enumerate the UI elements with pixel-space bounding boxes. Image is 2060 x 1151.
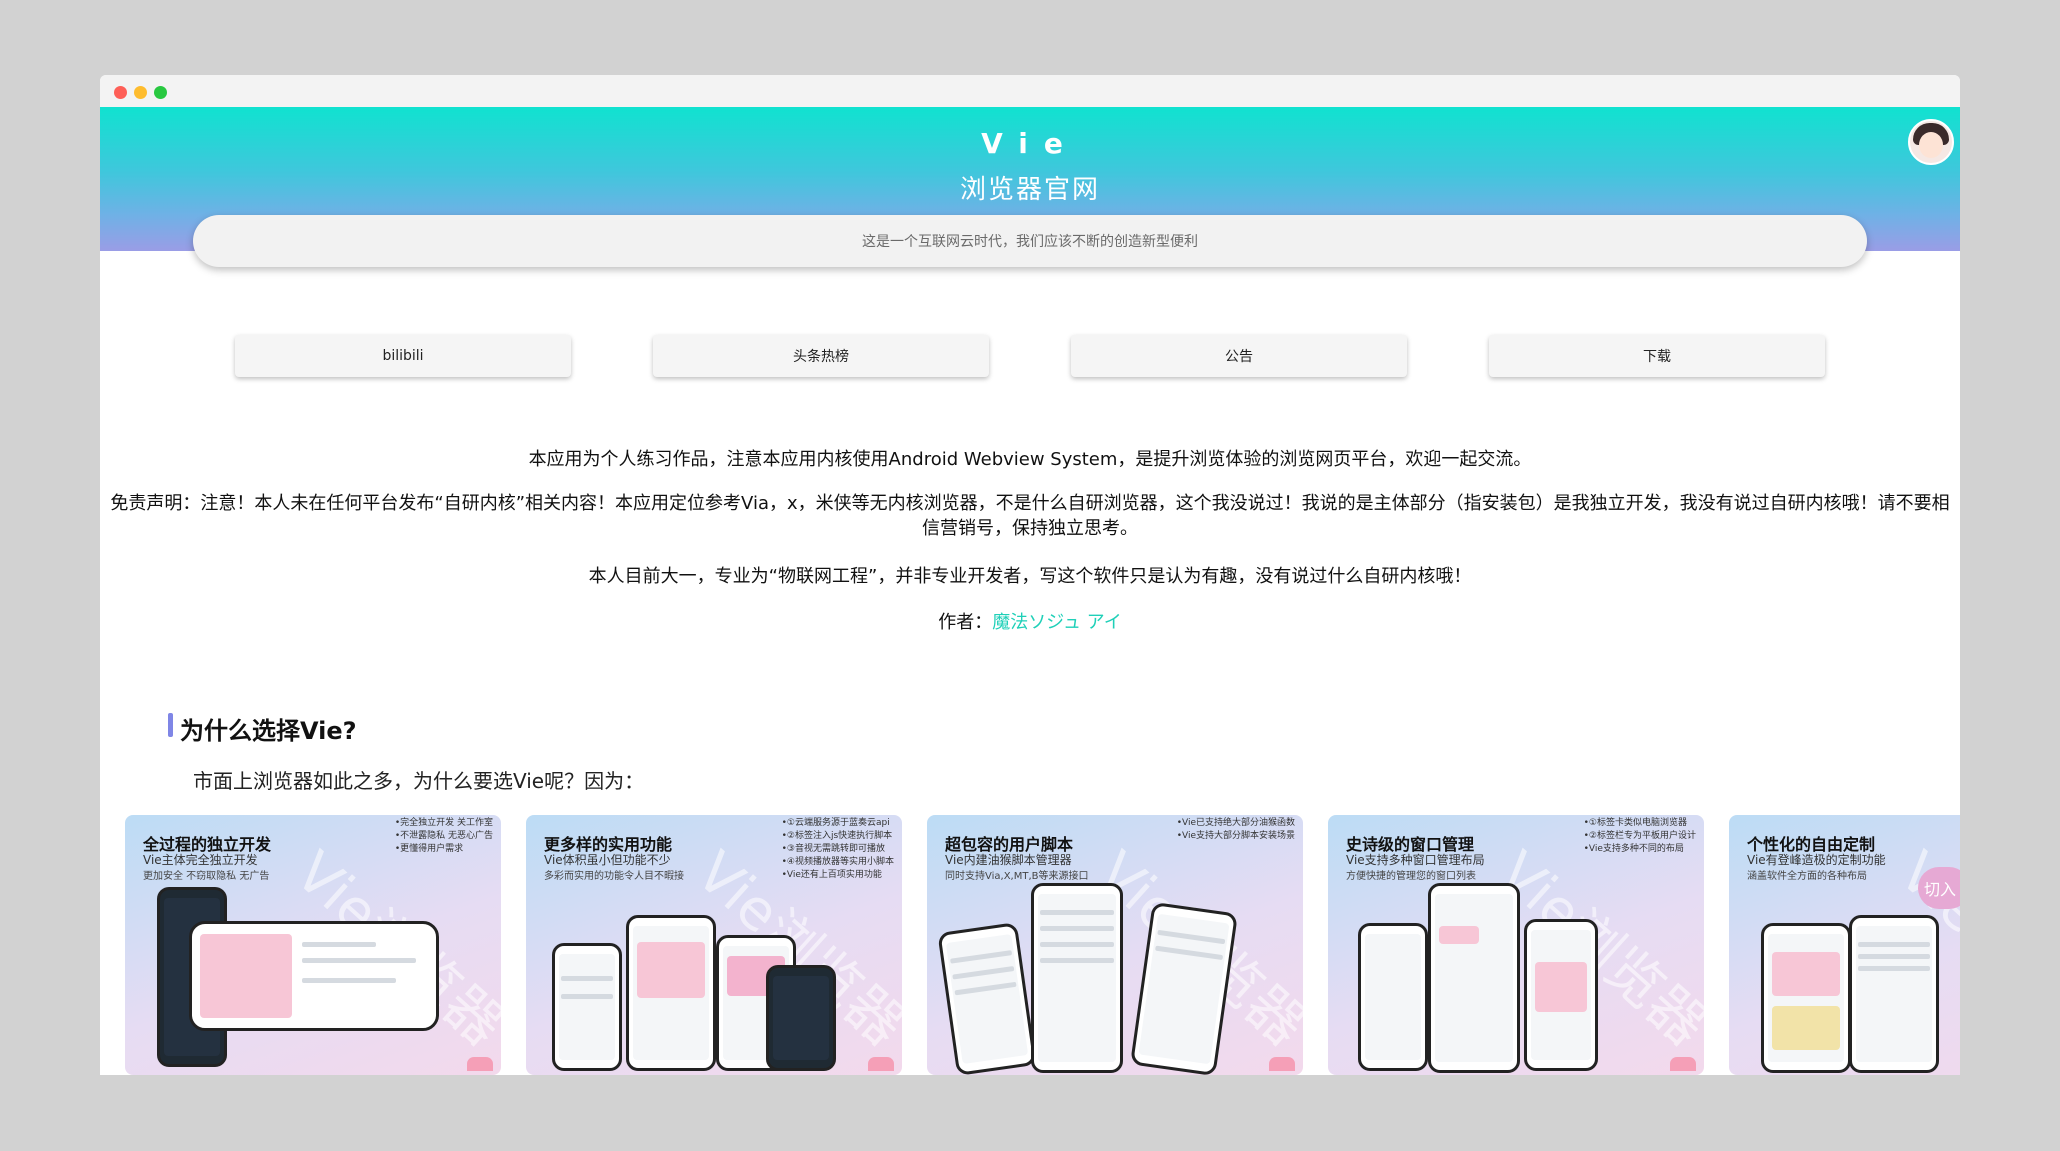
- card-tagline: 更加安全 不窃取隐私 无广告: [143, 871, 270, 882]
- close-window-dot[interactable]: [114, 86, 127, 99]
- phone-mockup: [552, 943, 622, 1071]
- phone-mockup: [937, 922, 1037, 1075]
- author-label: 作者：: [938, 612, 993, 633]
- feature-card-userscripts[interactable]: Vie浏览器 超包容的用户脚本 Vie内建油猴脚本管理器 同时支持Via,X,M…: [927, 815, 1303, 1075]
- phone-mockup: [1031, 883, 1123, 1073]
- card-note: •Vie还有上百项实用功能: [781, 870, 882, 880]
- feature-card-independent[interactable]: Vie浏览器 全过程的独立开发 Vie主体完全独立开发 更加安全 不窃取隐私 无…: [125, 815, 501, 1075]
- section-title: 为什么选择Vie?: [180, 717, 357, 745]
- phone-mockup: [1849, 915, 1939, 1073]
- page-title: 浏览器官网: [959, 175, 1100, 205]
- card-tagline: 多彩而实用的功能令人目不暇接: [544, 871, 684, 882]
- card-note: •不泄露隐私 无恶心广告: [394, 831, 493, 841]
- nav-button-announcement[interactable]: 公告: [1071, 335, 1407, 377]
- disclaimer-text: 免责声明：注意！本人未在任何平台发布“自研内核”相关内容！本应用定位参考Via，…: [110, 493, 1950, 539]
- maximize-window-dot[interactable]: [154, 86, 167, 99]
- phone-mockup: [1761, 923, 1851, 1073]
- feature-card-functions[interactable]: Vie浏览器 更多样的实用功能 Vie体积虽小但功能不少 多彩而实用的功能令人目…: [526, 815, 902, 1075]
- minimize-window-dot[interactable]: [134, 86, 147, 99]
- card-note: •①标签卡类似电脑浏览器: [1583, 818, 1687, 828]
- window-titlebar: [100, 75, 1960, 107]
- card-note: •Vie已支持绝大部分油猴函数: [1176, 818, 1295, 828]
- card-note: •更懂得用户需求: [394, 844, 464, 854]
- user-avatar[interactable]: [1908, 119, 1954, 165]
- avatar-face: [1919, 132, 1943, 158]
- phone-mockup-landscape: [189, 921, 439, 1031]
- card-tagline: 同时支持Via,X,MT,B等来源接口: [945, 871, 1089, 882]
- card-subtitle: Vie支持多种窗口管理布局: [1346, 853, 1485, 867]
- card-notes: •Vie已支持绝大部分油猴函数 •Vie支持大部分脚本安装场景: [1177, 817, 1295, 843]
- card-subtitle: Vie有登峰造极的定制功能: [1747, 853, 1886, 867]
- browser-window: Vie 浏览器官网 这是一个互联网云时代，我们应该不断的创造新型便利 bilib…: [100, 75, 1960, 1075]
- card-sticker: [1670, 1057, 1696, 1071]
- card-notes: •完全独立开发 关工作室 •不泄露隐私 无恶心广告 •更懂得用户需求: [395, 817, 493, 856]
- section-subtitle: 市面上浏览器如此之多，为什么要选Vie呢？因为：: [193, 769, 645, 793]
- section-accent-bar: [168, 713, 173, 737]
- card-subtitle: Vie内建油猴脚本管理器: [945, 853, 1072, 867]
- card-tagline: 方便快捷的管理您的窗口列表: [1346, 871, 1476, 882]
- feature-card-customization[interactable]: Vie浏览器 个性化的自由定制 Vie有登峰造极的定制功能 涵盖软件全方面的各种…: [1729, 815, 1960, 1075]
- author-link[interactable]: 魔法ソジュ アイ: [992, 612, 1122, 633]
- feature-card-windows[interactable]: Vie浏览器 史诗级的窗口管理 Vie支持多种窗口管理布局 方便快捷的管理您的窗…: [1328, 815, 1704, 1075]
- nav-button-bilibili[interactable]: bilibili: [235, 335, 571, 377]
- card-sticker: [1269, 1057, 1295, 1071]
- card-note: •③音视无需跳转即可播放: [781, 844, 885, 854]
- card-tagline: 涵盖软件全方面的各种布局: [1747, 871, 1867, 882]
- phone-mockup: [1358, 923, 1428, 1071]
- search-placeholder: 这是一个互联网云时代，我们应该不断的创造新型便利: [862, 234, 1198, 250]
- author-note: 本人目前大一，专业为“物联网工程”，并非专业开发者，写这个软件只是认为有趣，没有…: [588, 566, 1472, 587]
- phone-mockup: [1524, 919, 1598, 1071]
- author-line: 作者：魔法ソジュ アイ: [108, 610, 1952, 635]
- card-notes: •①标签卡类似电脑浏览器 •②标签栏专为平板用户设计 •Vie支持多种不同的布局: [1584, 817, 1696, 856]
- nav-button-download[interactable]: 下载: [1489, 335, 1825, 377]
- card-note: •②标签注入js快速执行脚本: [781, 831, 893, 841]
- card-note: •④视频播放器等实用小脚本: [781, 857, 894, 867]
- card-note: •Vie支持大部分脚本安装场景: [1176, 831, 1295, 841]
- intro-line: 本应用为个人练习作品，注意本应用内核使用Android Webview Syst…: [528, 449, 1532, 470]
- search-bar[interactable]: 这是一个互联网云时代，我们应该不断的创造新型便利: [193, 215, 1867, 267]
- card-note: •Vie支持多种不同的布局: [1583, 844, 1684, 854]
- card-sticker: [467, 1057, 493, 1071]
- card-note: •①云端服务源于蓝奏云api: [781, 818, 890, 828]
- card-subtitle: Vie体积虽小但功能不少: [544, 853, 671, 867]
- nav-button-hot-list[interactable]: 头条热榜: [653, 335, 989, 377]
- card-subtitle: Vie主体完全独立开发: [143, 853, 258, 867]
- phone-mockup: [766, 965, 836, 1071]
- phone-mockup: [1428, 883, 1520, 1073]
- card-notes: •①云端服务源于蓝奏云api •②标签注入js快速执行脚本 •③音视无需跳转即可…: [782, 817, 894, 882]
- site-logo: Vie: [981, 127, 1079, 160]
- card-note: •②标签栏专为平板用户设计: [1583, 831, 1696, 841]
- card-sticker: [868, 1057, 894, 1071]
- phone-mockup: [626, 915, 716, 1071]
- card-note: •完全独立开发 关工作室: [394, 818, 493, 828]
- floating-action-button[interactable]: 切入: [1918, 867, 1960, 909]
